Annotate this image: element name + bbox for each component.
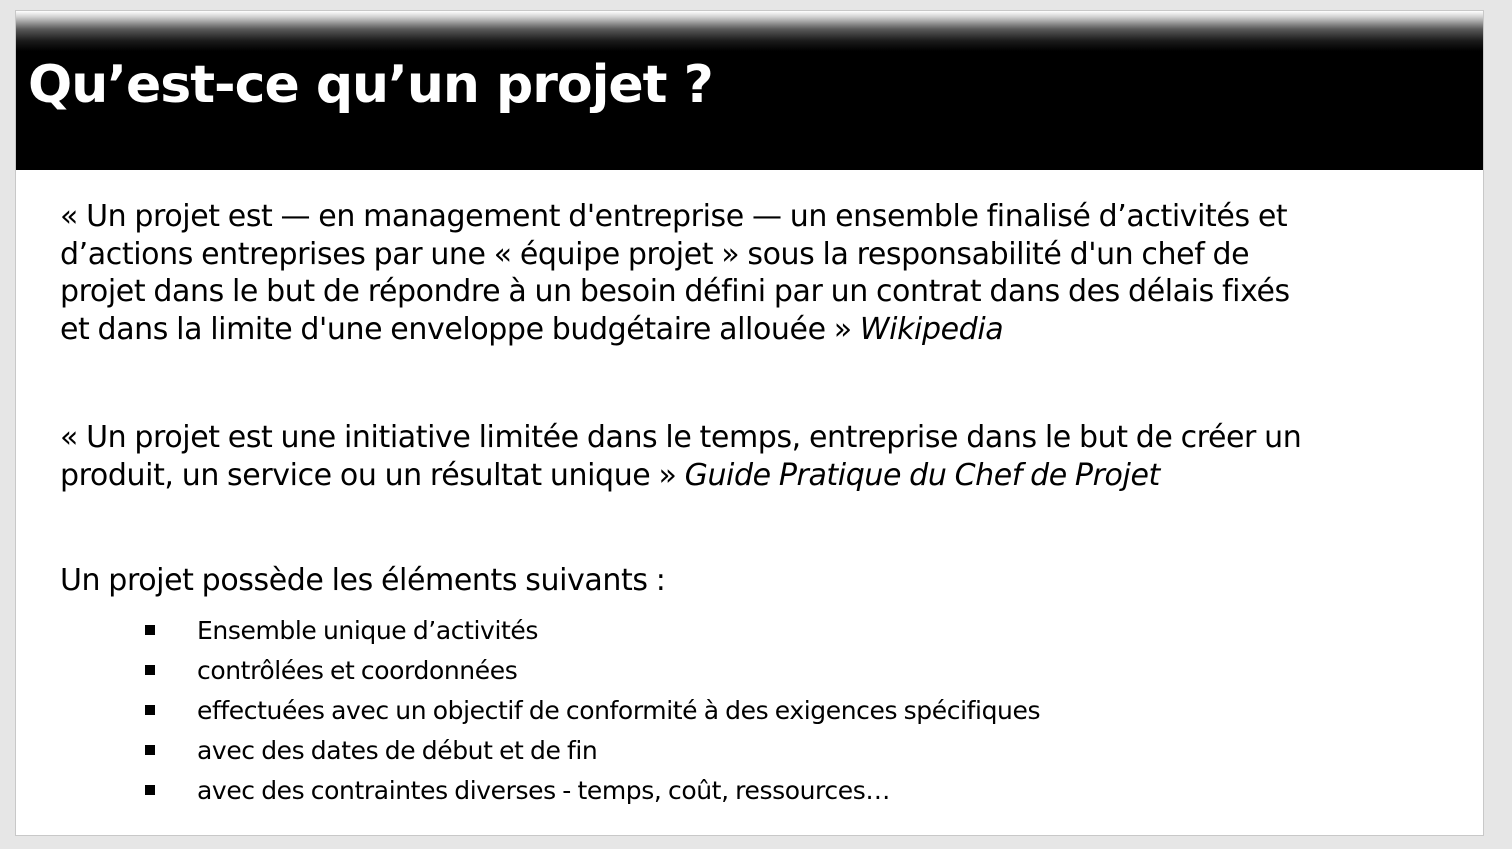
definition-line: « Un projet est — en management d'entrep… [60, 199, 1288, 234]
definition-line-last: produit, un service ou un résultat uniqu… [60, 457, 1301, 495]
list-item-text: contrôlées et coordonnées [197, 656, 518, 685]
definition-line-last: et dans la limite d'une enveloppe budgét… [60, 311, 1290, 349]
list-item: avec des dates de début et de fin [145, 731, 1040, 771]
definition-guide: « Un projet est une initiative limitée d… [60, 419, 1302, 495]
square-bullet-icon [145, 745, 155, 755]
slide-title: Qu’est-ce qu’un projet ? [28, 55, 714, 115]
title-bar: Qu’est-ce qu’un projet ? [16, 11, 1483, 170]
list-item-text: Ensemble unique d’activités [197, 616, 538, 645]
definition-line-text: produit, un service ou un résultat uniqu… [60, 457, 685, 493]
square-bullet-icon [145, 665, 155, 675]
list-item-text: avec des contraintes diverses - temps, c… [197, 776, 890, 805]
definition-line: projet dans le but de répondre à un beso… [60, 274, 1290, 309]
square-bullet-icon [145, 705, 155, 715]
list-item: effectuées avec un objectif de conformit… [145, 691, 1040, 731]
definition-line: d’actions entreprises par une « équipe p… [60, 236, 1250, 272]
elements-intro: Un projet possède les éléments suivants … [60, 563, 666, 598]
slide: Qu’est-ce qu’un projet ? « Un projet est… [15, 10, 1484, 836]
definition-line-text: et dans la limite d'une enveloppe budgét… [60, 311, 860, 347]
elements-list: Ensemble unique d’activités contrôlées e… [145, 611, 1040, 811]
square-bullet-icon [145, 785, 155, 795]
definition-wikipedia: « Un projet est — en management d'entrep… [60, 198, 1290, 348]
list-item: avec des contraintes diverses - temps, c… [145, 771, 1040, 811]
list-item-text: effectuées avec un objectif de conformit… [197, 696, 1041, 725]
definition-line: « Un projet est une initiative limitée d… [60, 420, 1302, 455]
list-item: Ensemble unique d’activités [145, 611, 1040, 651]
square-bullet-icon [145, 625, 155, 635]
definition-source: Guide Pratique du Chef de Projet [684, 457, 1161, 493]
definition-source: Wikipedia [859, 311, 1004, 347]
list-item-text: avec des dates de début et de fin [197, 736, 598, 765]
list-item: contrôlées et coordonnées [145, 651, 1040, 691]
